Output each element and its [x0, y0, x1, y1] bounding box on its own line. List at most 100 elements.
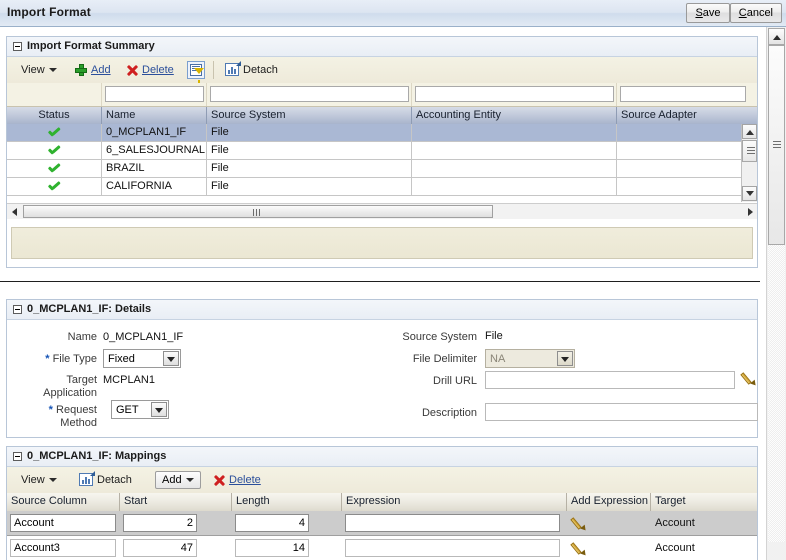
filter-input-name[interactable]: [105, 86, 204, 102]
add-expression-pencil-icon[interactable]: [570, 516, 588, 533]
cancel-accel: C: [738, 7, 747, 19]
add-dropdown-button[interactable]: Add: [155, 471, 201, 489]
add-expression-pencil-icon[interactable]: [570, 541, 588, 558]
table-row[interactable]: 0_MCPLAN1_IF File: [7, 124, 757, 142]
view-menu-mappings[interactable]: View: [21, 467, 57, 493]
add-icon[interactable]: [75, 64, 87, 76]
table-row[interactable]: 6_SALESJOURNAL File: [7, 142, 757, 160]
query-by-example-icon[interactable]: [187, 61, 205, 84]
details-panel-header[interactable]: 0_MCPLAN1_IF: Details: [7, 300, 757, 320]
drill-url-input[interactable]: [485, 371, 735, 389]
cell-source-system: File: [207, 142, 412, 159]
scroll-up-arrow[interactable]: [768, 28, 785, 45]
details-form: Name 0_MCPLAN1_IF * File Type Fixed Targ…: [7, 319, 758, 437]
column-header-expression[interactable]: Expression: [342, 493, 567, 511]
grid-filter-row: [7, 83, 757, 107]
cancel-button[interactable]: Cancel: [729, 3, 782, 23]
cell-input-expression[interactable]: [345, 539, 560, 557]
delete-icon[interactable]: [213, 474, 226, 487]
mappings-panel-header[interactable]: 0_MCPLAN1_IF: Mappings: [7, 447, 757, 467]
grid-horizontal-scrollbar[interactable]: [7, 203, 757, 219]
collapse-icon-mappings[interactable]: [13, 452, 22, 461]
collapse-icon-summary[interactable]: [13, 42, 22, 51]
filter-input-accounting-entity[interactable]: [415, 86, 614, 102]
view-menu-summary[interactable]: View: [21, 57, 57, 83]
detach-icon[interactable]: [225, 61, 241, 76]
label-source-system: Source System: [402, 331, 477, 343]
cell-input-start[interactable]: [123, 514, 197, 532]
table-row[interactable]: BRAZIL File: [7, 160, 757, 178]
delete-button-mappings[interactable]: Delete: [229, 467, 261, 493]
delete-icon[interactable]: [126, 64, 139, 77]
page-vertical-scrollbar[interactable]: [766, 27, 786, 560]
filter-input-source-adapter[interactable]: [620, 86, 746, 102]
detach-button-mappings[interactable]: Detach: [97, 467, 132, 493]
cell-name: 0_MCPLAN1_IF: [102, 124, 207, 141]
column-header-target[interactable]: Target: [651, 493, 757, 511]
value-name: 0_MCPLAN1_IF: [103, 331, 184, 343]
cell-input-length[interactable]: [235, 514, 309, 532]
cell-input-source-column[interactable]: [10, 539, 116, 557]
label-target-application-line1: Target: [66, 374, 97, 386]
detach-button-summary[interactable]: Detach: [243, 57, 278, 83]
delete-button-summary[interactable]: Delete: [142, 57, 174, 83]
grid-hscroll-thumb[interactable]: [23, 205, 493, 218]
filter-cell-accounting-entity: [412, 83, 617, 106]
grid-scroll-thumb[interactable]: [742, 140, 757, 162]
scroll-thumb[interactable]: [768, 45, 785, 245]
column-header-source-system[interactable]: Source System: [207, 107, 412, 124]
grid-scroll-down-arrow[interactable]: [742, 186, 757, 201]
cell-status: [7, 124, 102, 141]
page-content: Import Format Summary View Add Delete De…: [0, 27, 766, 560]
grid-scroll-left-arrow[interactable]: [7, 204, 22, 219]
description-input[interactable]: [485, 403, 758, 421]
cell-name: CALIFORNIA: [102, 178, 207, 195]
cell-input-length[interactable]: [235, 539, 309, 557]
grid-scroll-right-arrow[interactable]: [742, 204, 757, 219]
cell-name: 6_SALESJOURNAL: [102, 142, 207, 159]
column-header-length[interactable]: Length: [232, 493, 342, 511]
page-title: Import Format: [7, 5, 91, 19]
grid-vertical-scrollbar[interactable]: [741, 124, 757, 202]
column-header-source-column[interactable]: Source Column: [7, 493, 120, 511]
column-header-accounting-entity[interactable]: Accounting Entity: [412, 107, 617, 124]
column-header-name[interactable]: Name: [102, 107, 207, 124]
chevron-down-icon: [185, 478, 194, 483]
mappings-toolbar: View Detach Add Delete: [7, 467, 757, 494]
grid-header-row: Status Name Source System Accounting Ent…: [7, 107, 757, 125]
file-type-select[interactable]: Fixed: [103, 349, 181, 368]
filter-input-source-system[interactable]: [210, 86, 409, 102]
chevron-down-icon[interactable]: [151, 402, 167, 417]
chevron-down-icon: [48, 478, 57, 483]
cell-source-adapter: [617, 142, 741, 159]
required-marker-file-type: *: [45, 353, 50, 365]
cell-input-expression[interactable]: [345, 514, 560, 532]
cell-input-start[interactable]: [123, 539, 197, 557]
grid-scroll-up-arrow[interactable]: [742, 124, 757, 139]
column-header-status[interactable]: Status: [7, 107, 102, 124]
column-header-start[interactable]: Start: [120, 493, 232, 511]
chevron-down-icon[interactable]: [557, 351, 573, 366]
detach-icon[interactable]: [79, 471, 95, 486]
column-header-source-adapter[interactable]: Source Adapter: [617, 107, 757, 124]
cancel-label-rest: ancel: [746, 7, 773, 19]
collapse-icon-details[interactable]: [13, 305, 22, 314]
table-row[interactable]: CALIFORNIA File: [7, 178, 757, 196]
save-button[interactable]: Save: [686, 3, 730, 23]
table-row[interactable]: Account: [7, 511, 757, 536]
chevron-down-icon[interactable]: [163, 351, 179, 366]
summary-panel-header[interactable]: Import Format Summary: [7, 37, 757, 57]
add-button-summary[interactable]: Add: [91, 57, 111, 83]
request-method-select[interactable]: GET: [111, 400, 169, 419]
label-file-delimiter: File Delimiter: [412, 353, 477, 365]
request-method-value: GET: [116, 404, 139, 416]
file-delimiter-select[interactable]: NA: [485, 349, 575, 368]
import-format-summary-panel: Import Format Summary View Add Delete De…: [6, 36, 758, 268]
mappings-grid: Source Column Start Length Expression Ad…: [7, 493, 757, 560]
table-row[interactable]: Account: [7, 536, 757, 560]
edit-pencil-icon-drill-url[interactable]: [740, 371, 758, 388]
mappings-header-row: Source Column Start Length Expression Ad…: [7, 493, 757, 512]
cell-input-source-column[interactable]: [10, 514, 116, 532]
column-header-add-expression[interactable]: Add Expression: [567, 493, 651, 511]
filter-cell-name: [102, 83, 207, 106]
